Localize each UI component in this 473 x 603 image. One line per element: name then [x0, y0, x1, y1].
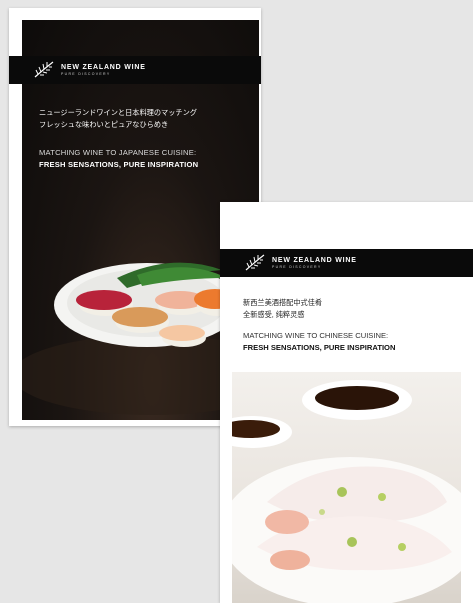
silver-fern-icon: [244, 254, 266, 272]
cn-title-line2: FRESH SENSATIONS, PURE INSPIRATION: [243, 343, 396, 352]
brochure-chinese: NEW ZEALAND WINE PURE DISCOVERY 新西兰美酒搭配中…: [220, 202, 473, 603]
brand-name: NEW ZEALAND WINE: [61, 63, 146, 71]
brand-band: NEW ZEALAND WINE PURE DISCOVERY: [220, 249, 473, 277]
jp-title-line2: FRESH SENSATIONS, PURE INSPIRATION: [39, 160, 199, 169]
brand-band: NEW ZEALAND WINE PURE DISCOVERY: [9, 56, 261, 84]
sushi-tuna: [76, 290, 132, 310]
sushi-squid: [159, 325, 205, 341]
cn-title-line1: MATCHING WINE TO CHINESE CUISINE:: [243, 331, 389, 340]
rice-noodle-rolls-illustration: [232, 380, 461, 603]
brand-tagline: PURE DISCOVERY: [61, 71, 111, 76]
silver-fern-icon: [33, 61, 55, 79]
jp-headline-line1: ニュージーランドワインと日本料理のマッチング: [39, 108, 197, 117]
jp-headline-line2: フレッシュな味わいとピュアなひらめき: [39, 120, 169, 129]
soy-sauce: [315, 386, 399, 410]
cn-headline-line1: 新西兰美酒搭配中式佳肴: [243, 298, 323, 307]
cn-headline-line2: 全新感受, 纯粹灵感: [243, 310, 305, 319]
rice-noodle-rolls-photo: [232, 372, 461, 603]
brand-tagline: PURE DISCOVERY: [272, 264, 322, 269]
sushi-eel: [112, 307, 168, 327]
jp-title-line1: MATCHING WINE TO JAPANESE CUISINE:: [39, 148, 197, 157]
brand-name: NEW ZEALAND WINE: [272, 256, 357, 264]
shrimp: [265, 510, 309, 534]
